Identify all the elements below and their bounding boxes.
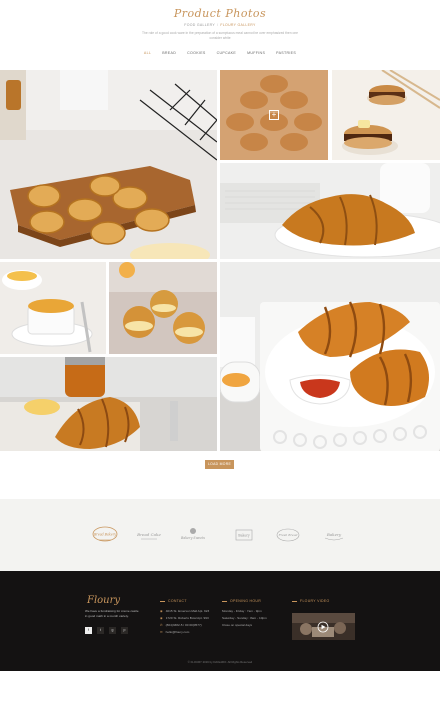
social-links: f t g p [85,627,128,634]
contact-phone-text: (804)3382-5 / 00 00(0577) [165,623,202,627]
creme-brulee-image [0,262,106,354]
logo-bread-cake[interactable]: Bread Cake [135,525,163,545]
contact-address-1: ◉ 4015 St. Emerson Mall Apt. 923 [160,609,209,613]
contact-heading: CONTACT [160,599,187,603]
filter-cookies[interactable]: COOKIES [187,51,205,55]
logo-text-1: Bread Cake [136,532,161,537]
contact-address-1-text: 4015 St. Emerson Mall Apt. 923 [165,609,210,613]
croissant-honey-image [0,357,217,451]
cream-puffs-image [109,262,217,354]
bread-cake-logo-icon: Bread Cake [136,532,161,540]
bread-bakery-logo-icon: Bread Bakery [92,526,118,542]
logo-bakery-2[interactable]: Bakery [320,525,348,545]
logo-text-4: Fresh Bread [278,533,298,537]
bakery-logo-icon: Bakery [235,529,253,541]
bakery-badge-logo-icon: Bakery [324,532,344,541]
tile-croissant-honey[interactable] [0,357,217,451]
logo-text-2: Bakery Sweets [180,536,205,540]
bakery-sweets-logo-icon: Bakery Sweets [180,528,205,540]
filter-cupcake[interactable]: CUPCAKE [217,51,236,55]
footer-about: We have a fundraising for creme castle i… [85,609,139,618]
intro-text: The role of a good cook ware in the prep… [142,31,298,40]
logo-fresh-bread[interactable]: Fresh Bread [274,525,302,545]
tile-egg-tarts[interactable] [0,70,217,259]
hours-heading: OPENING HOUR [222,599,261,603]
egg-tarts-image [0,70,217,259]
page-header: Product Photos FOOD GALLERY / FLOURY GALLE… [0,0,440,70]
video-heading: FLOURY VIDEO [292,599,330,603]
contact-email[interactable]: ✉ hello@floury.com [160,630,189,634]
tile-croissant-newspaper[interactable] [220,163,440,259]
tile-muffins[interactable]: + [220,70,328,160]
croissants-jam-image [220,262,440,451]
footer-brand[interactable]: Floury [87,595,120,606]
logo-text-5: Bakery [326,532,342,537]
phone-icon: ✆ [160,623,163,627]
contact-email-text[interactable]: hello@floury.com [166,630,190,634]
filter-all[interactable]: ALL [144,51,151,55]
contact-address-2: ◉ 1720 St. Roberts Bowl Apt. 993 [160,616,209,620]
plus-icon[interactable]: + [269,110,279,120]
breadcrumb-current: FLOURY GALLERY [220,23,256,27]
page-title: Product Photos [173,7,267,20]
map-pin-icon: ◉ [160,616,163,620]
filter-pastries[interactable]: PASTRIES [276,51,296,55]
tile-creme-brulee[interactable] [0,262,106,354]
logo-bakery[interactable]: Bakery [230,525,258,545]
tile-pancakes[interactable] [332,70,440,160]
croissant-plate-image [220,163,440,259]
filter-bread[interactable]: BREAD [162,51,176,55]
contact-address-2-text: 1720 St. Roberts Bowl Apt. 993 [165,616,209,620]
hours-weekend: Saturday - Sunday : 8am - 10pm [222,616,267,620]
pinterest-icon[interactable]: p [121,627,128,634]
map-pin-icon: ◉ [160,609,163,613]
hours-weekdays: Monday - Friday : 7am - 9pm [222,609,262,613]
logo-bread-bakery[interactable]: Bread Bakery [91,525,119,545]
tile-cream-puffs[interactable] [109,262,217,354]
logo-text-3: Bakery [238,534,250,538]
footer-video[interactable] [292,613,355,640]
fresh-bread-logo-icon: Fresh Bread [276,528,300,542]
contact-phone: ✆ (804)3382-5 / 00 00(0577) [160,623,202,627]
gallery-filters: ALL BREAD COOKIES CUPCAKE MUFFINS PASTRI… [0,51,440,55]
video-thumbnail [292,613,355,640]
pancakes-image [332,70,440,160]
logo-text-0: Bread Bakery [93,533,116,537]
breadcrumb-home[interactable]: FOOD GALLERY [184,23,215,27]
site-footer: Floury We have a fundraising for creme c… [0,571,440,671]
facebook-icon[interactable]: f [85,627,92,634]
breadcrumb: FOOD GALLERY / FLOURY GALLERY [184,23,256,27]
logo-bakery-sweets[interactable]: Bakery Sweets [179,525,207,545]
google-plus-icon[interactable]: g [109,627,116,634]
partner-logos: Bread Bakery Bread Cake Bakery Sweets Ba… [0,499,440,571]
filter-muffins[interactable]: MUFFINS [247,51,265,55]
hours-note: Close on special days [222,623,253,627]
copyright-text: © FLOURY 2016 by DAIGARO. All Rights Res… [187,660,253,664]
tile-croissants-jam[interactable] [220,262,440,451]
mail-icon: ✉ [160,630,163,634]
twitter-icon[interactable]: t [97,627,104,634]
load-more-button[interactable]: LOAD MORE [205,460,234,469]
